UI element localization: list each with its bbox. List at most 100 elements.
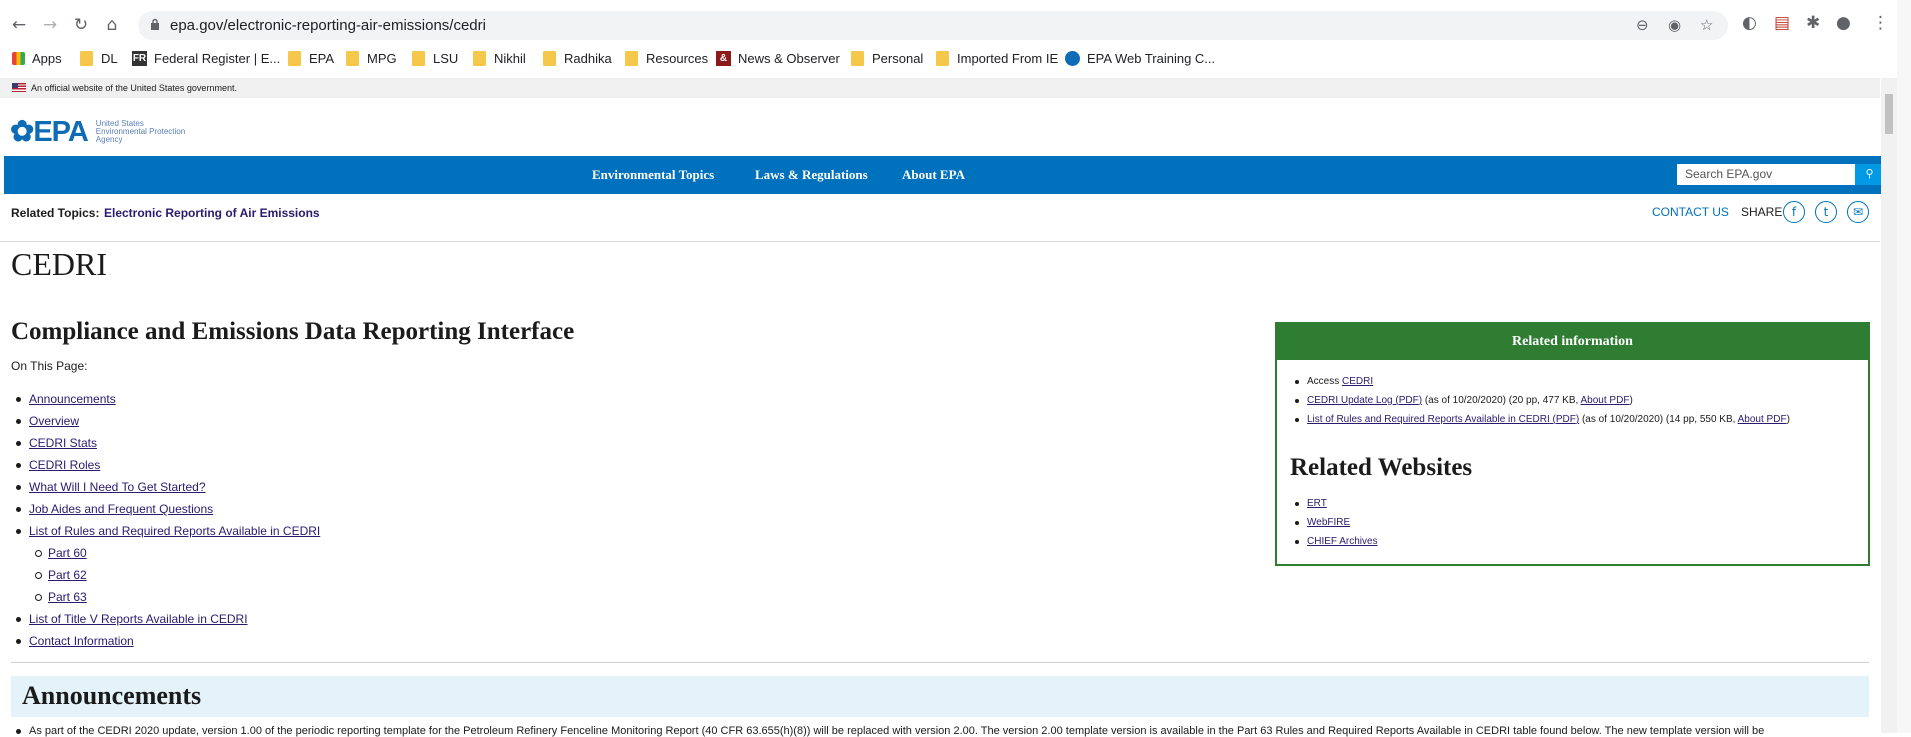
twitter-icon[interactable]: t bbox=[1815, 201, 1837, 223]
federal-register-favicon: FR bbox=[132, 50, 147, 66]
related-topic-link[interactable]: Electronic Reporting of Air Emissions bbox=[104, 206, 320, 220]
nav-environmental-topics[interactable]: Environmental Topics bbox=[592, 167, 714, 183]
folder-icon bbox=[346, 50, 359, 66]
bookmark-radhika[interactable]: Radhika bbox=[543, 49, 612, 67]
toc-link-part-60[interactable]: Part 60 bbox=[48, 546, 87, 560]
extensions-puzzle-icon[interactable]: ✱ bbox=[1806, 13, 1820, 33]
reload-icon[interactable]: ↻ bbox=[70, 14, 92, 36]
scrollbar-thumb[interactable] bbox=[1885, 94, 1893, 134]
news-observer-favicon: & bbox=[716, 50, 731, 66]
toc-link-overview[interactable]: Overview bbox=[29, 414, 79, 428]
access-cedri-link[interactable]: CEDRI bbox=[1342, 376, 1373, 387]
about-pdf-link[interactable]: About PDF bbox=[1581, 395, 1630, 406]
toc-link-title-v-reports[interactable]: List of Title V Reports Available in CED… bbox=[29, 612, 248, 626]
toc-item: CEDRI Stats bbox=[15, 432, 320, 454]
bookmark-label: Apps bbox=[32, 50, 62, 66]
epa-logo[interactable]: ✿EPA United States Environmental Protect… bbox=[10, 114, 196, 149]
bookmark-label: EPA Web Training C... bbox=[1087, 50, 1216, 66]
facebook-icon[interactable]: f bbox=[1783, 201, 1805, 223]
nav-laws-regulations[interactable]: Laws & Regulations bbox=[755, 167, 868, 183]
toc-link-cedri-roles[interactable]: CEDRI Roles bbox=[29, 458, 100, 472]
bookmark-label: Resources bbox=[646, 50, 709, 66]
toc-subitem: Part 62 bbox=[34, 564, 320, 586]
home-icon[interactable]: ⌂ bbox=[101, 14, 123, 36]
bookmark-mpg[interactable]: MPG bbox=[346, 49, 397, 67]
bookmark-personal[interactable]: Personal bbox=[851, 49, 923, 67]
bookmark-apps[interactable]: Apps bbox=[12, 49, 62, 67]
bookmark-label: EPA bbox=[309, 50, 335, 66]
bookmark-federal-register[interactable]: FR Federal Register | E... bbox=[132, 49, 280, 67]
extension-circle-icon[interactable]: ◐ bbox=[1742, 13, 1757, 33]
bookmark-epa-web-training[interactable]: EPA Web Training C... bbox=[1065, 49, 1215, 67]
announcement-text: As part of the CEDRI 2020 update, versio… bbox=[29, 725, 1765, 737]
forward-arrow-icon[interactable]: → bbox=[39, 14, 61, 36]
folder-icon bbox=[288, 50, 301, 66]
announcements-title: Announcements bbox=[22, 681, 202, 710]
bookmark-label: Nikhil bbox=[494, 50, 526, 66]
nav-about-epa[interactable]: About EPA bbox=[902, 167, 965, 183]
toc-subitem: Part 63 bbox=[34, 586, 320, 608]
toc-link-contact-information[interactable]: Contact Information bbox=[29, 634, 134, 648]
chief-archives-link[interactable]: CHIEF Archives bbox=[1307, 536, 1378, 547]
profile-avatar-icon[interactable]: ● bbox=[1836, 13, 1851, 33]
epa-favicon bbox=[1065, 50, 1080, 66]
bookmark-label: News & Observer bbox=[738, 50, 840, 66]
pdf-extension-icon[interactable]: ▤ bbox=[1774, 13, 1790, 33]
window-edge bbox=[1897, 0, 1911, 733]
folder-icon bbox=[543, 50, 556, 66]
toc-link-list-of-rules[interactable]: List of Rules and Required Reports Avail… bbox=[29, 524, 320, 538]
star-bookmark-icon[interactable]: ☆ bbox=[1700, 16, 1713, 34]
gov-banner: An official website of the United States… bbox=[0, 78, 1880, 98]
folder-icon bbox=[80, 50, 93, 66]
url-text[interactable]: epa.gov/electronic-reporting-air-emissio… bbox=[170, 17, 486, 34]
search-button[interactable]: ⚲ bbox=[1855, 164, 1884, 185]
apps-grid-icon bbox=[12, 51, 25, 65]
toc-link-part-63[interactable]: Part 63 bbox=[48, 590, 87, 604]
contact-us-link[interactable]: CONTACT US bbox=[1652, 205, 1729, 219]
toc-link-part-62[interactable]: Part 62 bbox=[48, 568, 87, 582]
item-close: ) bbox=[1629, 395, 1633, 406]
bookmark-imported-from-ie[interactable]: Imported From IE bbox=[936, 49, 1058, 67]
bookmark-label: Imported From IE bbox=[957, 50, 1059, 66]
back-arrow-icon[interactable]: ← bbox=[8, 14, 30, 36]
related-information-heading: Related information bbox=[1277, 324, 1868, 360]
toc-link-get-started[interactable]: What Will I Need To Get Started? bbox=[29, 480, 206, 494]
bookmark-resources[interactable]: Resources bbox=[625, 49, 708, 67]
bookmark-label: MPG bbox=[367, 50, 397, 66]
toc-item: List of Rules and Required Reports Avail… bbox=[15, 520, 320, 542]
cedri-update-log-link[interactable]: CEDRI Update Log (PDF) bbox=[1307, 395, 1422, 406]
toc-link-job-aides[interactable]: Job Aides and Frequent Questions bbox=[29, 502, 213, 516]
address-bar[interactable]: epa.gov/electronic-reporting-air-emissio… bbox=[138, 11, 1728, 40]
bookmark-nikhil[interactable]: Nikhil bbox=[473, 49, 526, 67]
page-scrollbar[interactable] bbox=[1881, 78, 1897, 733]
lock-icon bbox=[151, 18, 159, 30]
webfire-link[interactable]: WebFIRE bbox=[1307, 517, 1350, 528]
email-icon[interactable]: ✉ bbox=[1847, 201, 1869, 223]
list-item: Access CEDRI bbox=[1295, 372, 1790, 391]
related-topics-bar: Related Topics: Electronic Reporting of … bbox=[0, 196, 1880, 242]
bookmark-news-observer[interactable]: & News & Observer bbox=[716, 49, 840, 67]
item-details: (as of 10/20/2020) (20 pp, 477 KB, bbox=[1422, 395, 1581, 406]
toc-link-announcements[interactable]: Announcements bbox=[29, 392, 116, 406]
bookmark-label: DL bbox=[101, 50, 118, 66]
zoom-icon[interactable]: ⊖ bbox=[1636, 16, 1649, 34]
bookmark-label: LSU bbox=[433, 50, 459, 66]
agency-name: United States Environmental Protection A… bbox=[96, 119, 196, 144]
toc-item: List of Title V Reports Available in CED… bbox=[15, 608, 320, 630]
list-of-rules-link[interactable]: List of Rules and Required Reports Avail… bbox=[1307, 414, 1579, 425]
menu-kebab-icon[interactable]: ⋮ bbox=[1872, 13, 1889, 33]
hidden-eye-icon[interactable]: ◉ bbox=[1668, 16, 1681, 34]
toc-link-cedri-stats[interactable]: CEDRI Stats bbox=[29, 436, 97, 450]
bookmark-lsu[interactable]: LSU bbox=[412, 49, 458, 67]
bookmark-dl[interactable]: DL bbox=[80, 49, 118, 67]
list-item: WebFIRE bbox=[1295, 513, 1378, 532]
page-subtitle: Compliance and Emissions Data Reporting … bbox=[11, 318, 575, 345]
list-item: CEDRI Update Log (PDF) (as of 10/20/2020… bbox=[1295, 391, 1790, 410]
search-input[interactable]: Search EPA.gov bbox=[1677, 164, 1855, 185]
on-this-page-label: On This Page: bbox=[11, 359, 88, 373]
bookmark-label: Radhika bbox=[564, 50, 612, 66]
about-pdf-link[interactable]: About PDF bbox=[1738, 414, 1787, 425]
gov-banner-text: An official website of the United States… bbox=[31, 83, 237, 93]
bookmark-epa[interactable]: EPA bbox=[288, 49, 334, 67]
ert-link[interactable]: ERT bbox=[1307, 498, 1327, 509]
